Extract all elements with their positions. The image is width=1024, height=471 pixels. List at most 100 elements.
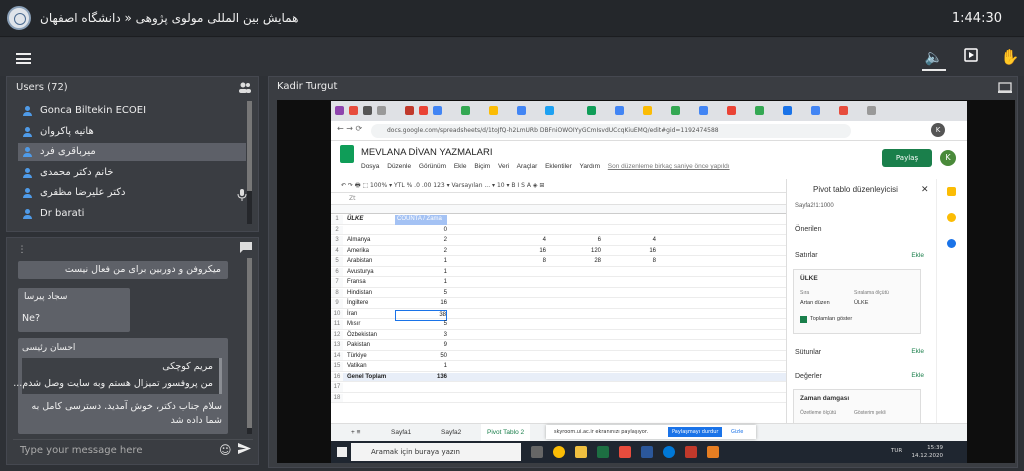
table-row[interactable]: 11 Mısır 5 [331, 320, 786, 330]
user-item[interactable]: Gonca Biltekin ECOEI [18, 102, 246, 120]
sheet-tab-2[interactable]: Sayfa2 [441, 424, 461, 442]
table-row[interactable]: 18 [331, 393, 786, 404]
add-sheet-icon[interactable]: + ≡ [351, 424, 360, 442]
chat-message-2: سجاد پیرسا Ne? [18, 288, 130, 332]
pivot-suggested[interactable]: Önerilen [795, 226, 821, 233]
taskbar-search[interactable]: Aramak için buraya yazın [351, 443, 521, 461]
table-row[interactable]: 4 Amerika 2 16 120 16 [331, 246, 786, 257]
language-indicator[interactable]: TUR [891, 448, 902, 454]
vlc-icon[interactable] [707, 446, 719, 458]
hide-button[interactable]: Gizle [731, 425, 743, 439]
word-icon[interactable] [641, 446, 653, 458]
user-item[interactable]: Dr barati [18, 205, 246, 223]
pivot-range[interactable]: Sayfa2!1:1000 [795, 203, 834, 209]
chat-scrollbar[interactable] [247, 258, 252, 434]
share-button[interactable]: Paylaş [882, 149, 932, 167]
format-toolbar[interactable]: ↶ ↷ 🖶 ⬚ 100% ▾ YTL % .0 .00 123 ▾ Varsay… [331, 179, 786, 193]
table-row[interactable]: 12 Özbekistan 3 [331, 330, 786, 341]
pdf-icon[interactable] [685, 446, 697, 458]
formula-bar[interactable]: Zt [331, 193, 786, 205]
row-number: 5 [331, 257, 343, 266]
calendar-icon[interactable] [947, 239, 956, 248]
table-row[interactable]: 5 Arabistan 1 8 28 8 [331, 257, 786, 267]
tray-clock[interactable]: 15:39 14.12.2020 [912, 444, 944, 460]
edge-icon[interactable] [663, 446, 675, 458]
add-value-button[interactable]: Ekle [911, 372, 924, 379]
cell-count: COUNTA / Zama [395, 215, 447, 225]
play-icon[interactable] [961, 47, 981, 67]
menu-yardim[interactable]: Yardım [580, 163, 600, 170]
browser-avatar[interactable]: K [931, 123, 945, 137]
table-row[interactable]: 9 İngiltere 16 [331, 299, 786, 309]
speaker-icon[interactable]: 🔈 [924, 47, 944, 67]
stop-sharing-button[interactable]: Paylaşmayı durdur [668, 427, 723, 437]
notice-text: skyroom.ui.ac.ir ekranınızı paylaşıyor. [554, 429, 649, 435]
menu-eklentiler[interactable]: Eklentiler [545, 163, 572, 170]
windows-start-icon[interactable] [337, 447, 347, 457]
table-row[interactable]: 16 Genel Toplam 136 [331, 372, 786, 383]
cell-country: Arabistan [347, 258, 373, 264]
spreadsheet-grid[interactable]: 1 ÜLKE COUNTA / Zama 2 0 3 Almanya 2 4 6 4 4 Amerika… [331, 205, 786, 423]
menu-ekle[interactable]: Ekle [454, 163, 467, 170]
account-avatar[interactable]: K [940, 150, 956, 166]
totals-checkbox[interactable] [800, 316, 807, 323]
menu-duzenle[interactable]: Düzenle [387, 163, 411, 170]
user-item[interactable]: میرباقری فرد [18, 143, 246, 161]
chrome-icon[interactable] [553, 446, 565, 458]
table-row[interactable]: 14 Türkiye 50 [331, 351, 786, 362]
menu-araclar[interactable]: Araçlar [517, 163, 538, 170]
menu-bicim[interactable]: Biçim [474, 163, 490, 170]
chat-options-icon[interactable]: ⋮ [12, 240, 32, 260]
user-item[interactable]: هانیه پاکروان [18, 123, 246, 141]
value-field-card: Zaman damgası Özetleme ölçütü Gösterim ş… [793, 389, 921, 424]
chat-input[interactable]: Type your message here [20, 445, 142, 456]
sheet-tab-1[interactable]: Sayfa1 [391, 424, 411, 442]
tasks-icon[interactable] [947, 213, 956, 222]
menu-gorunum[interactable]: Görünüm [419, 163, 446, 170]
users-group-icon[interactable] [235, 80, 255, 100]
raise-hand-icon[interactable]: ✋ [1000, 47, 1020, 67]
screen-share-notice: skyroom.ui.ac.ir ekranınızı paylaşıyor. … [546, 425, 756, 439]
cell-c: 4 [542, 237, 546, 243]
emoji-icon[interactable]: ☺ [219, 443, 232, 457]
chat-quote[interactable]: مریم کوچکی من پروفسور تمیزال هستم وبه سا… [13, 358, 222, 394]
table-row[interactable]: 15 Vatikan 1 [331, 362, 786, 372]
close-icon[interactable]: ✕ [921, 184, 929, 195]
menu-icon[interactable] [16, 53, 31, 64]
chat-bubble-icon[interactable] [236, 240, 256, 260]
order-select[interactable]: Artan düzen [800, 300, 830, 306]
cell-count: 5 [443, 321, 447, 327]
table-row[interactable]: 3 Almanya 2 4 6 4 [331, 236, 786, 246]
sheet-tab-active[interactable]: Pivot Tablo 2 [481, 424, 531, 442]
table-row[interactable]: 20 [331, 225, 786, 236]
table-row[interactable]: 8 Hindistan 5 [331, 288, 786, 299]
last-edit-link[interactable]: Son düzenleme birkaç saniye önce yapıldı [608, 163, 730, 170]
user-item[interactable]: خانم دکتر محمدی [18, 164, 246, 182]
user-name: خانم دکتر محمدی [40, 166, 114, 178]
row-number: 10 [331, 309, 343, 319]
table-row[interactable]: 10 İran 38 [331, 309, 786, 322]
menu-dosya[interactable]: Dosya [361, 163, 379, 170]
table-row[interactable]: 7 Fransa 1 [331, 278, 786, 288]
add-row-button[interactable]: Ekle [911, 252, 924, 259]
user-item[interactable]: دکتر علیرضا مظفری [18, 184, 246, 202]
app-icon[interactable] [619, 446, 631, 458]
explorer-icon[interactable] [575, 446, 587, 458]
keep-icon[interactable] [947, 187, 956, 196]
table-row[interactable]: 6 Avusturya 1 [331, 267, 786, 278]
table-row[interactable]: 13 Pakistan 9 [331, 341, 786, 351]
url-field[interactable]: docs.google.com/spreadsheets/d/1toJfQ-h2… [371, 124, 851, 138]
add-column-button[interactable]: Ekle [911, 348, 924, 355]
table-row[interactable]: 1 ÜLKE COUNTA / Zama [331, 215, 786, 225]
users-scrollbar[interactable] [247, 101, 252, 224]
sheet-title[interactable]: MEVLANA DİVAN YAZMALARI [361, 147, 492, 158]
sort-select[interactable]: ÜLKE [854, 300, 868, 306]
table-row[interactable]: 17 [331, 383, 786, 393]
send-icon[interactable] [238, 442, 251, 458]
menu-veri[interactable]: Veri [498, 163, 509, 170]
nav-buttons[interactable]: ← → ⟳ [337, 124, 362, 133]
quote-text: من پروفسور تمیزال هستم وبه سایت وصل شدم.… [13, 378, 213, 389]
task-view-icon[interactable] [531, 446, 543, 458]
excel-icon[interactable] [597, 446, 609, 458]
fullscreen-icon[interactable] [998, 82, 1012, 96]
